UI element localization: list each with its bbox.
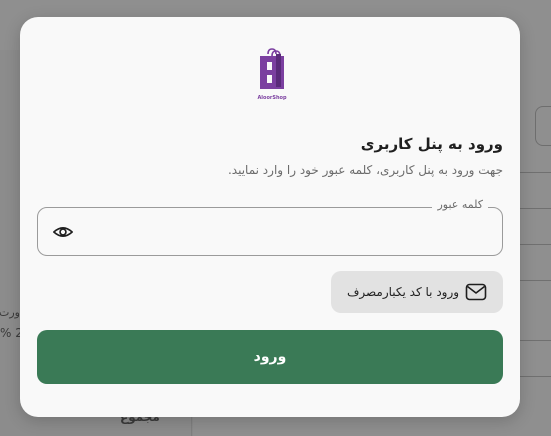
password-label: کلمه عبور [432,198,488,211]
brand-logo: AloorShop [257,48,291,102]
mail-icon [465,283,487,301]
modal-title: ورود به پنل کاربری [360,135,503,153]
eye-icon[interactable] [52,221,74,243]
otp-login-button[interactable]: ورود با کد یکبارمصرف [331,271,503,313]
password-input[interactable] [82,218,492,246]
modal-subtitle: جهت ورود به پنل کاربری، کلمه عبور خود را… [227,163,503,177]
brand-logo-icon: AloorShop [257,48,287,101]
login-modal: AloorShop ورود به پنل کاربری جهت ورود به… [20,17,520,417]
login-button[interactable]: ورود [37,330,503,384]
password-field[interactable]: کلمه عبور [37,198,503,256]
svg-text:AloorShop: AloorShop [257,95,287,101]
otp-button-label: ورود با کد یکبارمصرف [346,285,460,299]
background-search-box [535,106,551,146]
background-side-text: ورت [0,306,20,319]
